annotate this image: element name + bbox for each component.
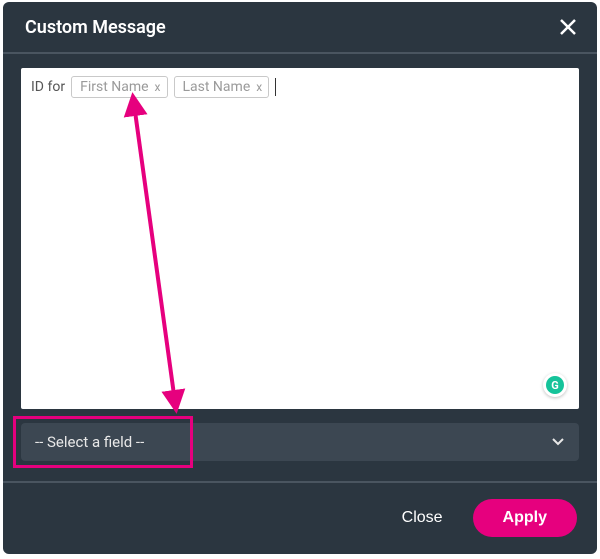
token-remove-icon[interactable]: x (155, 81, 161, 93)
grammarly-icon[interactable]: G (543, 373, 567, 397)
apply-button[interactable]: Apply (473, 499, 577, 537)
custom-message-modal: Custom Message ID for First Name x Last … (3, 2, 597, 554)
token-label: First Name (80, 79, 148, 95)
modal-body: ID for First Name x Last Name x G (3, 54, 597, 419)
field-select-placeholder: -- Select a field -- (35, 433, 144, 451)
modal-header: Custom Message (3, 2, 597, 54)
modal-footer: Close Apply (3, 481, 597, 555)
field-select-dropdown[interactable]: -- Select a field -- (21, 423, 579, 461)
text-cursor (275, 78, 276, 96)
chevron-down-icon (551, 433, 565, 451)
close-icon[interactable] (557, 16, 579, 38)
token-remove-icon[interactable]: x (256, 81, 262, 93)
editor-content-line: ID for First Name x Last Name x (31, 76, 569, 98)
message-editor[interactable]: ID for First Name x Last Name x G (21, 68, 579, 409)
token-label: Last Name (183, 79, 251, 95)
field-select-wrap: -- Select a field -- (21, 423, 579, 461)
close-button[interactable]: Close (402, 509, 443, 527)
modal-title: Custom Message (25, 17, 166, 38)
field-token-first-name[interactable]: First Name x (71, 76, 167, 98)
grammarly-letter: G (546, 376, 564, 394)
editor-prefix-text: ID for (31, 79, 65, 95)
field-token-last-name[interactable]: Last Name x (174, 76, 270, 98)
